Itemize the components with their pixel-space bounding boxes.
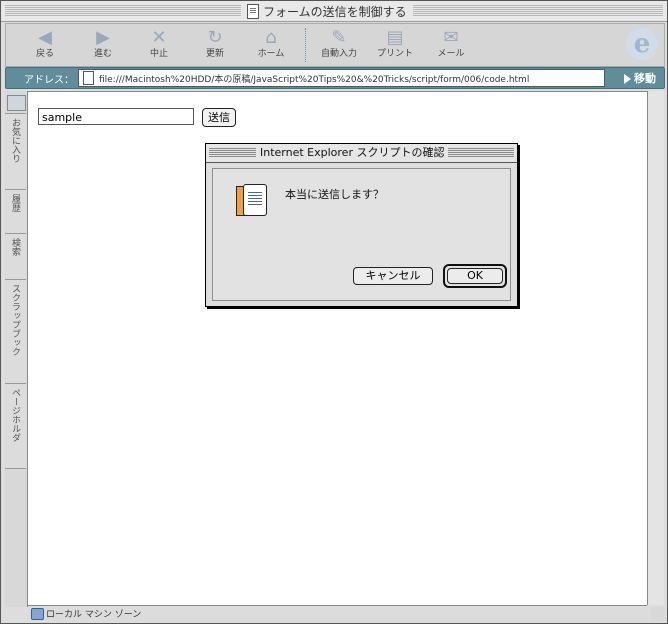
script-alert-icon (236, 184, 268, 216)
tab-scrapbook-label: スクラップブック (10, 284, 20, 356)
address-input[interactable]: file:///Macintosh%20HDD/本の原稿/JavaScript%… (78, 69, 605, 87)
confirm-dialog: Internet Explorer スクリプトの確認 本当に送信します？ キャン… (205, 143, 518, 307)
print-button[interactable]: ▤ プリント (370, 26, 420, 64)
vertical-scrollbar[interactable] (647, 91, 664, 605)
title-wrap: フォームの送信を制御する (241, 2, 413, 20)
ok-button[interactable]: OK (447, 268, 503, 284)
title-bar[interactable]: フォームの送信を制御する (1, 1, 667, 22)
stop-button[interactable]: ✕ 中止 (134, 26, 184, 64)
refresh-label: 更新 (205, 49, 224, 59)
print-label: プリント (376, 49, 413, 59)
go-label: 移動 (634, 72, 656, 85)
refresh-icon: ↻ (207, 27, 223, 48)
tab-search[interactable]: 検索 (5, 233, 26, 281)
print-icon: ▤ (386, 27, 404, 48)
zone-icon (31, 608, 44, 620)
stop-icon: ✕ (151, 27, 167, 48)
tab-search-label: 検索 (10, 238, 20, 256)
resize-handle[interactable] (651, 607, 665, 621)
address-bar: アドレス： file:///Macintosh%20HDD/本の原稿/JavaS… (5, 67, 665, 89)
tab-favorites[interactable]: お気に入り (5, 113, 26, 191)
mail-label: メール (437, 49, 465, 59)
autofill-icon: ✎ (331, 27, 347, 48)
explorer-toggle-icon[interactable] (7, 95, 26, 111)
tab-page-holder-label: ページホルダ (10, 388, 20, 442)
home-label: ホーム (257, 49, 285, 59)
forward-button[interactable]: ▶ 進む (78, 26, 128, 64)
home-icon: ⌂ (265, 27, 277, 48)
document-icon (247, 3, 259, 19)
stop-label: 中止 (149, 49, 168, 59)
tab-page-holder[interactable]: ページホルダ (5, 383, 26, 469)
autofill-label: 自動入力 (320, 49, 357, 59)
status-zone: ローカル マシン ゾーン (46, 610, 142, 620)
text-input[interactable]: sample (38, 108, 194, 125)
toolbar: ◀ 戻る ▶ 進む ✕ 中止 ↻ 更新 ⌂ ホーム ✎ 自動入力 ▤ プリント … (5, 23, 665, 67)
ok-button-ring: OK (443, 264, 507, 288)
ie-logo-icon: e (626, 28, 658, 60)
submit-button[interactable]: 送信 (202, 108, 236, 127)
back-label: 戻る (35, 49, 54, 59)
dialog-title: Internet Explorer スクリプトの確認 (256, 145, 449, 161)
script-alert-icon-page (243, 184, 267, 216)
tab-history-label: 履歴 (10, 194, 20, 212)
window-title: フォームの送信を制御する (263, 4, 407, 19)
tab-scrapbook[interactable]: スクラップブック (5, 279, 26, 385)
forward-arrow-icon: ▶ (96, 27, 110, 48)
autofill-button[interactable]: ✎ 自動入力 (312, 26, 366, 64)
go-button[interactable]: 移動 (624, 70, 656, 86)
home-button[interactable]: ⌂ ホーム (246, 26, 296, 64)
dialog-message: 本当に送信します？ (285, 188, 384, 201)
address-url: file:///Macintosh%20HDD/本の原稿/JavaScript%… (99, 75, 530, 85)
mail-icon: ✉ (443, 27, 459, 48)
dialog-title-bar[interactable]: Internet Explorer スクリプトの確認 (206, 144, 517, 163)
address-label: アドレス： (24, 75, 74, 86)
tab-history[interactable]: 履歴 (5, 189, 26, 235)
mail-button[interactable]: ✉ メール (426, 26, 476, 64)
explorer-bar: お気に入り 履歴 検索 スクラップブック ページホルダ (5, 91, 28, 607)
dialog-body: 本当に送信します？ キャンセル OK (212, 168, 511, 301)
page-document-icon (83, 71, 94, 85)
back-arrow-icon: ◀ (38, 27, 52, 48)
cancel-button[interactable]: キャンセル (353, 267, 433, 285)
go-arrow-icon (624, 74, 631, 84)
tab-favorites-label: お気に入り (10, 118, 20, 163)
refresh-button[interactable]: ↻ 更新 (190, 26, 240, 64)
toolbar-separator (305, 28, 308, 62)
status-bar: ローカル マシン ゾーン (28, 605, 647, 621)
back-button[interactable]: ◀ 戻る (20, 26, 70, 64)
browser-window: フォームの送信を制御する ◀ 戻る ▶ 進む ✕ 中止 ↻ 更新 ⌂ ホーム ✎… (0, 0, 668, 624)
forward-label: 進む (93, 49, 112, 59)
